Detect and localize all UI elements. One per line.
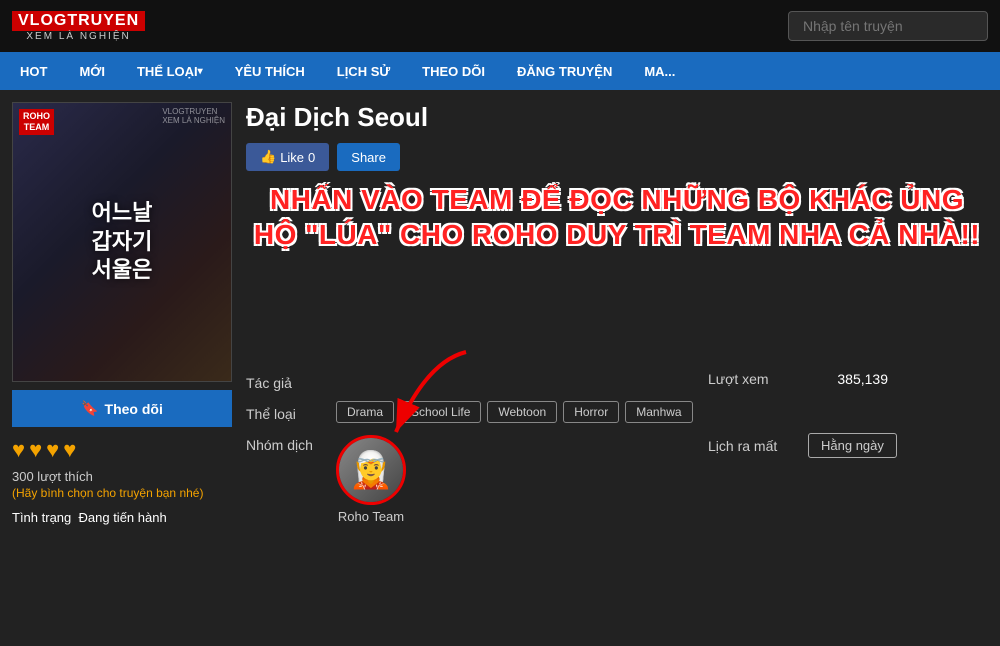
row-tac-gia: Tác giả Lượt xem 385,139 (246, 371, 988, 391)
nav-moi[interactable]: MỚI (63, 52, 121, 90)
left-panel: ROHOTEAM VLOGTRUYENXEM LÀ NGHIỆN 어느날갑자기서… (12, 102, 232, 634)
cover-image: ROHOTEAM VLOGTRUYENXEM LÀ NGHIỆN 어느날갑자기서… (12, 102, 232, 382)
team-name: Roho Team (338, 509, 404, 524)
cover-text: 어느날갑자기서울은 (92, 199, 153, 285)
nav-yeu-thich[interactable]: YÊU THÍCH (219, 52, 321, 90)
like-vote-cta[interactable]: (Hãy bình chọn cho truyện bạn nhé) (12, 486, 232, 500)
genre-tags: Drama School Life Webtoon Horror Manhwa (336, 401, 693, 423)
heart-4: ♥ (63, 437, 76, 463)
like-button[interactable]: 👍 Like 0 (246, 143, 329, 171)
row-nhom-dich: Nhóm dịch 🧝 Roho Team Lịch ra mất Hằng n… (246, 433, 988, 524)
tag-manhwa[interactable]: Manhwa (625, 401, 692, 423)
the-loai-label: Thể loại (246, 402, 336, 422)
roho-badge: ROHOTEAM (19, 109, 54, 135)
logo[interactable]: VLOGTRUYEN XEM LÀ NGHIỆN (12, 11, 145, 42)
heart-2: ♥ (29, 437, 42, 463)
like-count: 300 lượt thích (12, 469, 232, 484)
luot-xem-label: Lượt xem (708, 371, 808, 387)
row-the-loai: Thể loại Drama School Life Webtoon Horro… (246, 401, 988, 423)
heart-1: ♥ (12, 437, 25, 463)
nav-the-loai[interactable]: THỂ LOẠI (121, 52, 219, 90)
hearts-row: ♥ ♥ ♥ ♥ (12, 437, 232, 463)
main-content: ROHOTEAM VLOGTRUYENXEM LÀ NGHIỆN 어느날갑자기서… (0, 90, 1000, 646)
lich-ra-mat-label: Lịch ra mất (708, 438, 808, 454)
search-input[interactable] (788, 11, 988, 41)
follow-label: Theo dõi (105, 401, 163, 417)
nav-theo-doi[interactable]: THEO DÕI (406, 52, 501, 90)
action-buttons: 👍 Like 0 Share (246, 143, 988, 171)
share-button[interactable]: Share (337, 143, 400, 171)
tag-drama[interactable]: Drama (336, 401, 394, 423)
right-panel: Đại Dịch Seoul 👍 Like 0 Share NHẤN VÀO T… (246, 102, 988, 634)
info-section: Tác giả Lượt xem 385,139 Thể loại Drama … (246, 371, 988, 524)
header: VLOGTRUYEN XEM LÀ NGHIỆN (0, 0, 1000, 52)
overlay-text: NHẤN VÀO TEAM ĐỂ ĐỌC NHỮNG BỘ KHÁC ỦNG H… (246, 182, 988, 252)
status-value: Đang tiến hành (79, 510, 167, 525)
overlay-line-2: HỘ "LÚA" CHO ROHO DUY TRÌ TEAM NHA CẢ NH… (246, 217, 988, 252)
overlay-line-1: NHẤN VÀO TEAM ĐỂ ĐỌC NHỮNG BỘ KHÁC ỦNG (246, 182, 988, 217)
thumb-icon: 👍 (260, 149, 276, 165)
logo-top: VLOGTRUYEN (12, 11, 145, 31)
tag-webtoon[interactable]: Webtoon (487, 401, 557, 423)
tac-gia-label: Tác giả (246, 371, 336, 391)
nav-hot[interactable]: HOT (4, 52, 63, 90)
tag-horror[interactable]: Horror (563, 401, 619, 423)
nav-more[interactable]: MA... (628, 52, 691, 90)
team-avatar[interactable]: 🧝 (336, 435, 406, 505)
nav-dang-truyen[interactable]: ĐĂNG TRUYỆN (501, 52, 628, 90)
nhom-dich-label: Nhóm dịch (246, 433, 336, 453)
team-avatar-face: 🧝 (349, 452, 394, 488)
nav-lich-su[interactable]: LỊCH SỬ (321, 52, 406, 90)
follow-button[interactable]: 🔖 Theo dõi (12, 390, 232, 427)
cover-watermark: VLOGTRUYENXEM LÀ NGHIỆN (162, 107, 225, 125)
logo-bottom: XEM LÀ NGHIỆN (26, 31, 130, 42)
nav-bar: HOT MỚI THỂ LOẠI YÊU THÍCH LỊCH SỬ THEO … (0, 52, 1000, 90)
manga-title: Đại Dịch Seoul (246, 102, 988, 133)
luot-xem-value: 385,139 (808, 371, 888, 387)
lich-ra-mat-value: Hằng ngày (808, 433, 897, 458)
like-label: Like (280, 150, 304, 165)
like-number: 0 (308, 150, 315, 165)
tag-school-life[interactable]: School Life (400, 401, 481, 423)
status-row: Tình trạng Đang tiến hành (12, 510, 232, 525)
heart-3: ♥ (46, 437, 59, 463)
bookmark-icon: 🔖 (81, 400, 98, 417)
status-label: Tình trạng (12, 510, 71, 525)
